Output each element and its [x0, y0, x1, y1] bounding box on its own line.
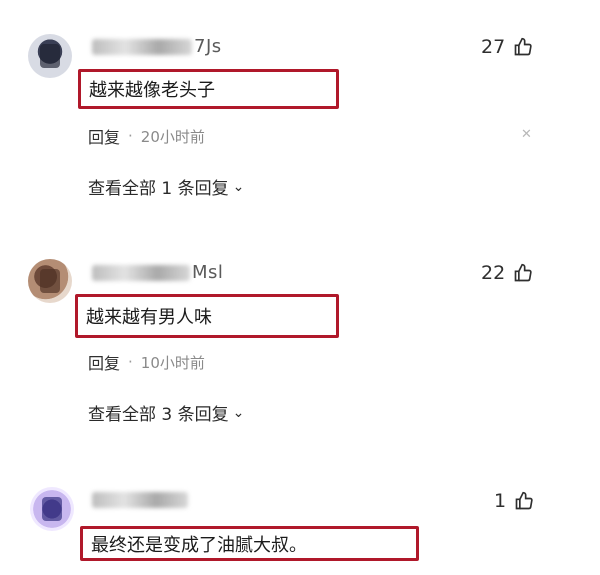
comment-meta: 回复 · 10小时前	[88, 350, 205, 374]
username[interactable]: 7Js	[92, 36, 222, 57]
thumbs-up-icon[interactable]	[513, 263, 533, 283]
like-count[interactable]: 22	[481, 262, 533, 284]
view-all-replies-button[interactable]: 查看全部 3 条回复 ⌄	[88, 400, 245, 426]
timestamp: 20小时前	[140, 127, 205, 146]
comment-meta: 回复 · 20小时前	[88, 124, 205, 148]
avatar[interactable]	[28, 259, 72, 303]
close-icon[interactable]: ✕	[521, 127, 532, 142]
username[interactable]	[92, 489, 190, 510]
like-count[interactable]: 27	[481, 36, 533, 58]
username[interactable]: Msl	[92, 262, 223, 283]
comment-text: 越来越像老头子	[78, 69, 339, 109]
timestamp: 10小时前	[140, 353, 205, 372]
comment-text: 越来越有男人味	[75, 294, 339, 338]
reply-button[interactable]: 回复	[88, 350, 120, 374]
thumbs-up-icon[interactable]	[513, 37, 533, 57]
like-count[interactable]: 1	[494, 490, 534, 512]
avatar[interactable]	[30, 487, 74, 531]
chevron-down-icon: ⌄	[232, 178, 245, 195]
view-all-replies-button[interactable]: 查看全部 1 条回复 ⌄	[88, 174, 245, 200]
reply-button[interactable]: 回复	[88, 124, 120, 148]
comment-text: 最终还是变成了油腻大叔。	[80, 526, 419, 561]
avatar[interactable]	[28, 34, 72, 78]
chevron-down-icon: ⌄	[232, 404, 245, 421]
thumbs-up-icon[interactable]	[514, 491, 534, 511]
